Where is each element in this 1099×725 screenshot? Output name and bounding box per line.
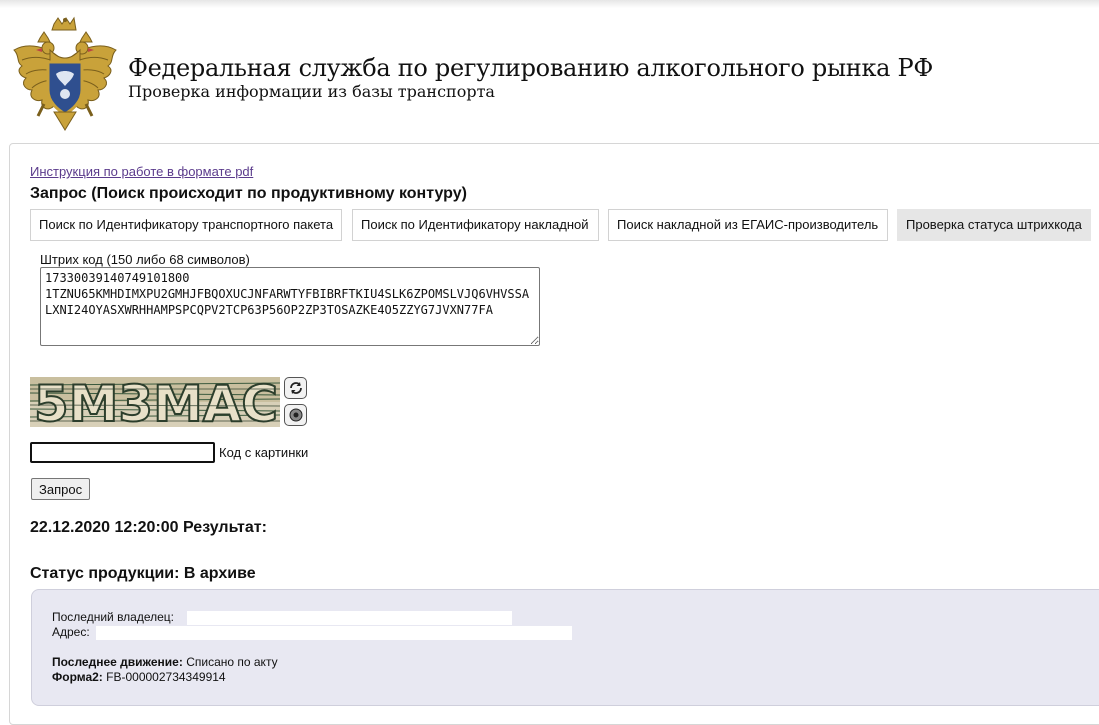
redacted-address [96,626,572,640]
barcode-input[interactable]: 17330039140749101800​1TZNU65KMHDIMXPU2GM… [40,267,540,346]
site-header: Федеральная служба по регулированию алко… [10,16,1099,136]
site-title: Федеральная служба по регулированию алко… [128,54,933,82]
last-movement-value: Списано по акту [186,655,278,669]
site-subtitle: Проверка информации из базы транспорта [128,82,495,101]
last-owner-row: Последний владелец: [52,610,174,624]
captcha-audio-button[interactable] [284,404,307,426]
result-heading: 22.12.2020 12:20:00 Результат: [30,519,267,536]
address-label: Адрес: [52,625,90,639]
captcha-text: 5M3MAC [34,377,278,427]
tab-search-transport-package[interactable]: Поиск по Идентификатору транспортного па… [30,209,342,241]
tab-search-waybill-id[interactable]: Поиск по Идентификатору накладной [352,209,599,241]
form2-label: Форма2: [52,670,103,684]
form2-value: FB-000002734349914 [106,670,226,684]
barcode-label: Штрих код (150 либо 68 символов) [40,252,250,267]
captcha-image: 5M3MAC [30,377,280,427]
address-row: Адрес: [52,625,90,639]
last-owner-label: Последний владелец: [52,610,175,624]
last-movement-row: Последнее движение: Списано по акту [52,655,278,669]
tab-search-egais-producer[interactable]: Поиск накладной из ЕГАИС-производитель [608,209,888,241]
query-title: Запрос (Поиск происходит по продуктивном… [30,185,467,202]
query-panel: Инструкция по работе в формате pdf Запро… [9,143,1099,725]
submit-query-button[interactable]: Запрос [31,478,91,500]
refresh-icon [289,382,302,394]
result-info-box: Последний владелец: Адрес: Последнее дви… [31,589,1099,706]
captcha-code-input[interactable] [30,442,215,463]
coat-of-arms-icon [13,16,117,131]
captcha-refresh-button[interactable] [284,377,307,399]
speaker-icon [289,408,302,422]
tab-barcode-status[interactable]: Проверка статуса штрихкода [897,209,1091,241]
pdf-instruction-link[interactable]: Инструкция по работе в формате pdf [30,164,253,179]
top-edge-shadow [0,0,1099,8]
redacted-owner [187,611,512,625]
form2-row: Форма2: FB-000002734349914 [52,670,226,684]
product-status-heading: Статус продукции: В архиве [30,565,256,582]
captcha-code-label: Код с картинки [219,445,309,460]
last-movement-label: Последнее движение: [52,655,183,669]
